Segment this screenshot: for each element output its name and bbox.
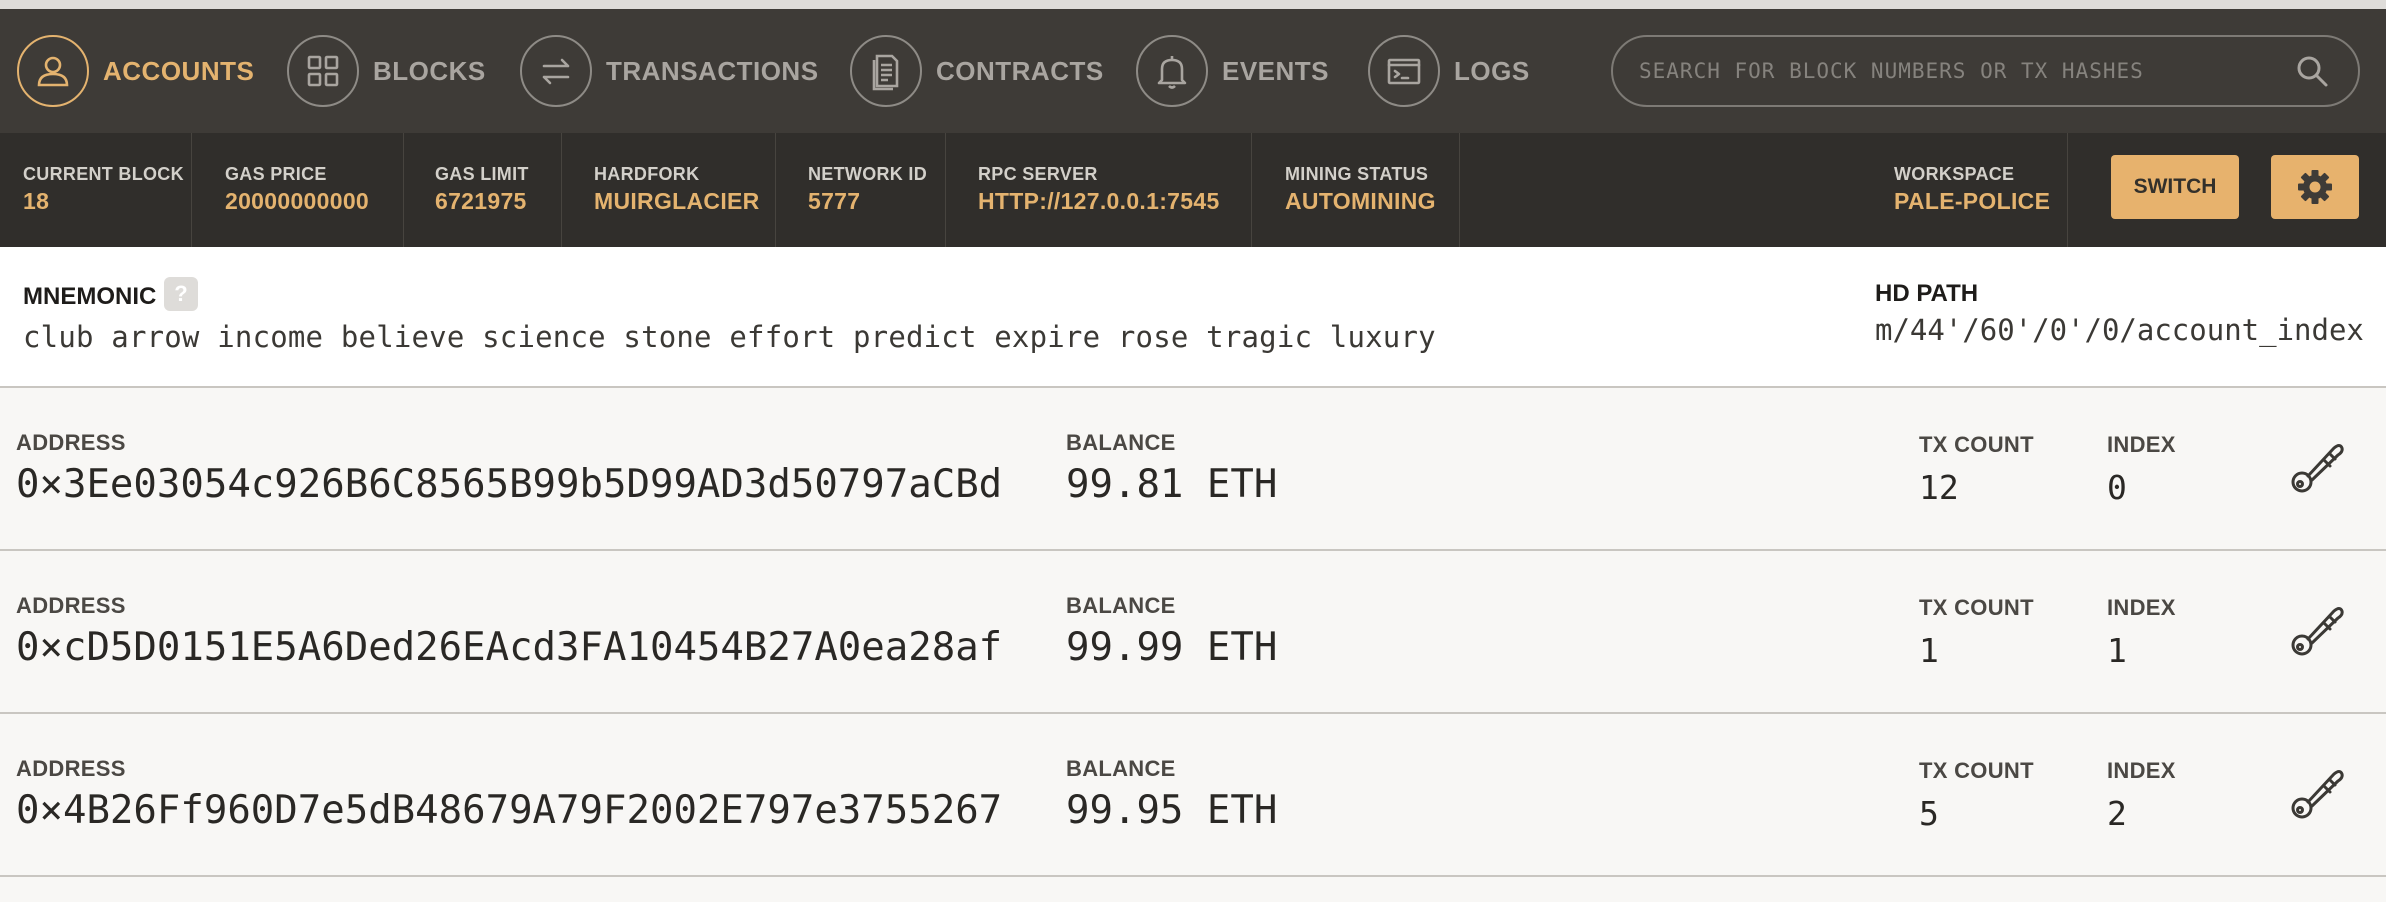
nav-label-accounts: ACCOUNTS: [103, 55, 255, 86]
account-balance: 99.95 ETH: [1066, 788, 1278, 833]
stat-gas-price: GAS PRICE 20000000000: [192, 133, 404, 247]
index-label: INDEX: [2107, 432, 2176, 457]
stat-value: PALE-POLICE: [1894, 188, 2051, 214]
account-balance: 99.99 ETH: [1066, 625, 1278, 670]
mnemonic-words: club arrow income believe science stone …: [23, 320, 1436, 354]
tx-count-value: 12: [1919, 468, 1959, 507]
mnemonic-title: MNEMONIC: [23, 283, 157, 310]
nav-tab-contracts[interactable]: CONTRACTS: [850, 35, 1104, 107]
mnemonic-panel: MNEMONIC ? club arrow income believe sci…: [0, 247, 2386, 388]
stat-hardfork: HARDFORK MUIRGLACIER: [562, 133, 776, 247]
document-icon: [850, 35, 922, 107]
tx-count-label: TX COUNT: [1919, 432, 2034, 457]
account-address: 0×4B26Ff960D7e5dB48679A79F2002E797e37552…: [16, 788, 1003, 833]
grid-icon: [287, 35, 359, 107]
nav-label-logs: LOGS: [1454, 55, 1530, 86]
nav-tab-events[interactable]: EVENTS: [1136, 35, 1329, 107]
bell-icon: [1136, 35, 1208, 107]
stat-mining-status: MINING STATUS AUTOMINING: [1252, 133, 1460, 247]
balance-label: BALANCE: [1066, 756, 1176, 781]
next-account-row-partial: [0, 880, 2386, 902]
gear-icon: [2298, 170, 2332, 204]
settings-button[interactable]: [2271, 155, 2359, 219]
main-nav-bar: ACCOUNTS BLOCKS TRANSACTIONS CONTRACTS E…: [0, 9, 2386, 133]
stat-workspace: WORKSPACE PALE-POLICE: [1868, 133, 2068, 247]
nav-tab-transactions[interactable]: TRANSACTIONS: [520, 35, 819, 107]
hd-path-value: m/44'/60'/0'/0/account_index: [1875, 313, 2364, 347]
user-icon: [17, 35, 89, 107]
stat-label: RPC SERVER: [978, 164, 1098, 184]
account-balance: 99.81 ETH: [1066, 462, 1278, 507]
swap-arrows-icon: [520, 35, 592, 107]
tx-count-label: TX COUNT: [1919, 758, 2034, 783]
index-label: INDEX: [2107, 595, 2176, 620]
chain-status-bar: CURRENT BLOCK 18 GAS PRICE 20000000000 G…: [0, 133, 2386, 247]
stat-value: 20000000000: [225, 188, 370, 214]
stat-value: 5777: [808, 188, 861, 214]
index-value: 0: [2107, 468, 2127, 507]
index-value: 2: [2107, 794, 2127, 833]
balance-label: BALANCE: [1066, 430, 1176, 455]
stat-label: WORKSPACE: [1894, 164, 2015, 184]
stat-value: HTTP://127.0.0.1:7545: [978, 188, 1220, 214]
stat-value: MUIRGLACIER: [594, 188, 760, 214]
switch-workspace-button[interactable]: SWITCH: [2111, 155, 2239, 219]
stat-label: GAS PRICE: [225, 164, 327, 184]
hd-path-title: HD PATH: [1875, 280, 1979, 307]
stat-label: NETWORK ID: [808, 164, 927, 184]
stat-value: 6721975: [435, 188, 527, 214]
account-row[interactable]: ADDRESS 0×3Ee03054c926B6C8565B99b5D99AD3…: [0, 388, 2386, 551]
search-input[interactable]: [1613, 37, 2292, 105]
key-icon[interactable]: [2288, 602, 2346, 660]
address-label: ADDRESS: [16, 593, 126, 618]
address-label: ADDRESS: [16, 430, 126, 455]
nav-label-blocks: BLOCKS: [373, 55, 486, 86]
stat-label: GAS LIMIT: [435, 164, 529, 184]
window-top-strip: [0, 0, 2386, 9]
nav-tab-logs[interactable]: LOGS: [1368, 35, 1530, 107]
tx-count-value: 1: [1919, 631, 1939, 670]
terminal-icon: [1368, 35, 1440, 107]
stat-value: 18: [23, 188, 50, 214]
nav-label-events: EVENTS: [1222, 55, 1330, 86]
stat-current-block: CURRENT BLOCK 18: [0, 133, 192, 247]
address-label: ADDRESS: [16, 756, 126, 781]
nav-label-transactions: TRANSACTIONS: [606, 55, 819, 86]
nav-tab-blocks[interactable]: BLOCKS: [287, 35, 486, 107]
mnemonic-help-icon[interactable]: ?: [164, 277, 198, 311]
search-icon[interactable]: [2292, 51, 2332, 91]
stat-label: MINING STATUS: [1285, 164, 1429, 184]
index-label: INDEX: [2107, 758, 2176, 783]
stat-label: CURRENT BLOCK: [23, 164, 184, 184]
tx-count-value: 5: [1919, 794, 1939, 833]
account-address: 0×3Ee03054c926B6C8565B99b5D99AD3d50797aC…: [16, 462, 1003, 507]
account-address: 0×cD5D0151E5A6Ded26EAcd3FA10454B27A0ea28…: [16, 625, 1003, 670]
search-box: [1611, 35, 2360, 107]
tx-count-label: TX COUNT: [1919, 595, 2034, 620]
stat-label: HARDFORK: [594, 164, 700, 184]
stat-rpc-server: RPC SERVER HTTP://127.0.0.1:7545: [946, 133, 1252, 247]
account-row[interactable]: ADDRESS 0×4B26Ff960D7e5dB48679A79F2002E7…: [0, 714, 2386, 877]
stat-network-id: NETWORK ID 5777: [776, 133, 946, 247]
nav-tab-accounts[interactable]: ACCOUNTS: [17, 35, 254, 107]
key-icon[interactable]: [2288, 439, 2346, 497]
stat-value: AUTOMINING: [1285, 188, 1436, 214]
stat-gas-limit: GAS LIMIT 6721975: [404, 133, 562, 247]
index-value: 1: [2107, 631, 2127, 670]
balance-label: BALANCE: [1066, 593, 1176, 618]
account-row[interactable]: ADDRESS 0×cD5D0151E5A6Ded26EAcd3FA10454B…: [0, 551, 2386, 714]
key-icon[interactable]: [2288, 765, 2346, 823]
nav-label-contracts: CONTRACTS: [936, 55, 1104, 86]
